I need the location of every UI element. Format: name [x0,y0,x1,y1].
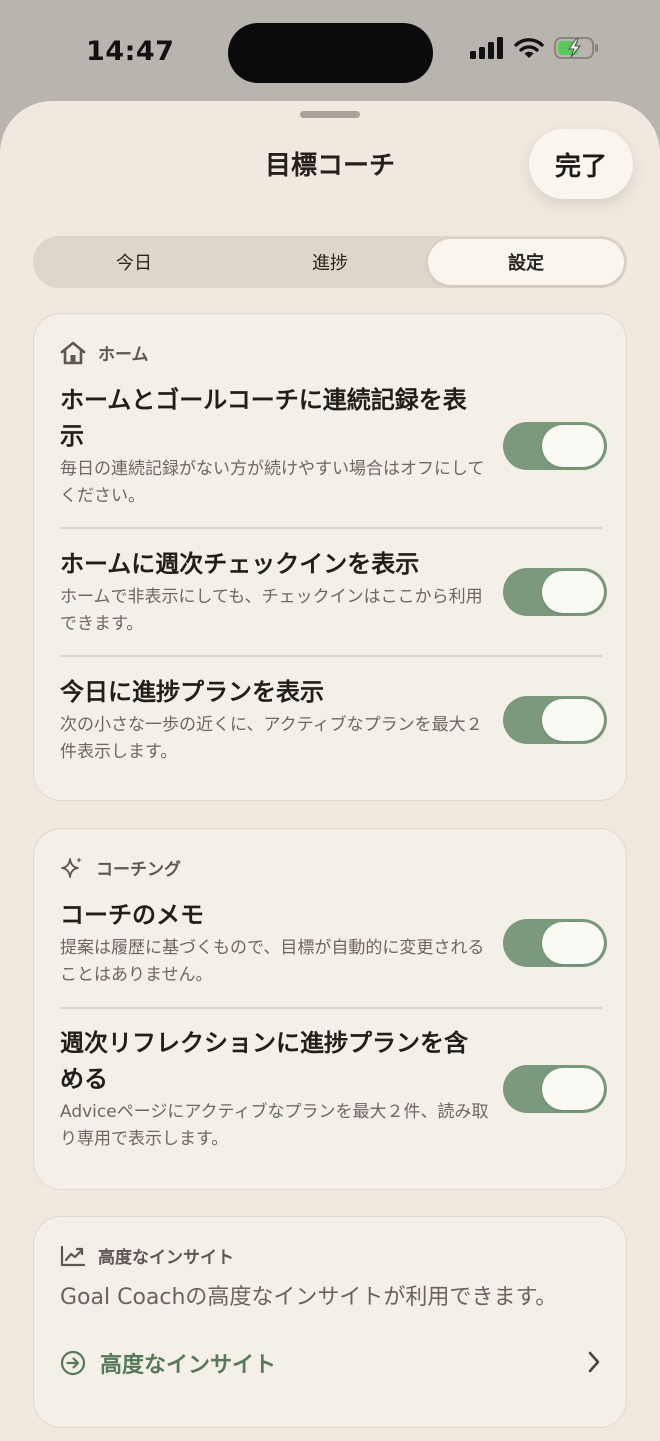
done-button[interactable]: 完了 [529,129,633,199]
setting-description: 提案は履歴に基づくもので、目標が自動的に変更されることはありません。 [60,938,485,985]
progress-plan-toggle[interactable] [503,696,607,744]
dynamic-island [228,23,433,83]
section-header-label: 高度なインサイト [98,1248,234,1268]
advanced-insights-card: 高度なインサイト Goal Coachの高度なインサイトが利用できます。 高度な… [33,1216,627,1428]
segmented-control: 今日 進捗 設定 [33,236,627,288]
streak-toggle[interactable] [503,422,607,470]
toggle-knob [542,922,604,964]
coach-notes-toggle[interactable] [503,919,607,967]
arrow-circle-right-icon [60,1350,86,1376]
insights-link-label: 高度なインサイト [100,1353,277,1378]
setting-description: Adviceページにアクティブなプランを最大２件、読み取り専用で表示します。 [60,1102,489,1149]
row-divider [60,1007,602,1009]
setting-title: コーチのメモ [60,901,204,929]
row-divider [60,655,602,657]
setting-title: 週次リフレクションに進捗プランを含める [60,1029,468,1093]
tab-progress[interactable]: 進捗 [232,239,428,285]
setting-title: ホームとゴールコーチに連続記録を表示 [60,386,467,450]
row-divider [60,527,602,529]
sparkles-icon [61,856,82,878]
setting-row-progress-plan: 今日に進捗プランを表示 次の小さな一歩の近くに、アクティブなプランを最大２件表示… [60,674,607,766]
weekly-reflection-toggle[interactable] [503,1065,607,1113]
chevron-right-icon [588,1351,600,1373]
section-header-label: ホーム [98,345,149,365]
setting-row-show-streak: ホームとゴールコーチに連続記録を表示 毎日の連続記録がない方が続けやすい場合はオ… [60,382,607,510]
setting-row-weekly-checkin: ホームに週次チェックインを表示 ホームで非表示にしても、チェックインはここから利… [60,546,607,638]
section-header-home: ホーム [60,340,149,365]
setting-row-weekly-reflection: 週次リフレクションに進捗プランを含める Adviceページにアクティブなプランを… [60,1025,607,1153]
battery-charging-icon [554,37,598,59]
tab-today[interactable]: 今日 [36,239,232,285]
house-icon [60,341,86,364]
status-time: 14:47 [86,36,175,67]
toggle-knob [542,1068,604,1110]
section-header-label: コーチング [96,860,181,880]
setting-row-coach-notes: コーチのメモ 提案は履歴に基づくもので、目標が自動的に変更されることはありません… [60,897,607,989]
setting-title: ホームに週次チェックインを表示 [60,550,420,578]
weekly-checkin-toggle[interactable] [503,568,607,616]
setting-description: ホームで非表示にしても、チェックインはここから利用できます。 [60,587,483,634]
goal-coach-sheet: 目標コーチ 完了 今日 進捗 設定 ホーム ホームとゴールコーチに連続記録を表示… [0,101,660,1441]
coaching-settings-card: コーチング コーチのメモ 提案は履歴に基づくもので、目標が自動的に変更されること… [33,828,627,1190]
status-icons [470,36,600,60]
home-settings-card: ホーム ホームとゴールコーチに連続記録を表示 毎日の連続記録がない方が続けやすい… [33,313,627,801]
section-header-coaching: コーチング [60,855,181,880]
toggle-knob [542,699,604,741]
setting-description: 毎日の連続記録がない方が続けやすい場合はオフにしてください。 [60,459,485,506]
chart-trend-icon [60,1245,86,1266]
sheet-grabber[interactable] [300,111,360,118]
setting-description: 次の小さな一歩の近くに、アクティブなプランを最大２件表示します。 [60,715,483,762]
advanced-insights-link[interactable]: 高度なインサイト [60,1343,602,1383]
insights-description: Goal Coachの高度なインサイトが利用できます。 [60,1285,558,1310]
section-header-insights: 高度なインサイト [60,1243,234,1268]
status-bar: 14:47 [0,0,660,110]
toggle-knob [542,571,604,613]
tab-settings[interactable]: 設定 [428,239,624,285]
toggle-knob [542,425,604,467]
setting-title: 今日に進捗プランを表示 [60,678,324,706]
wifi-icon [514,38,544,58]
cellular-signal-icon [470,37,503,59]
